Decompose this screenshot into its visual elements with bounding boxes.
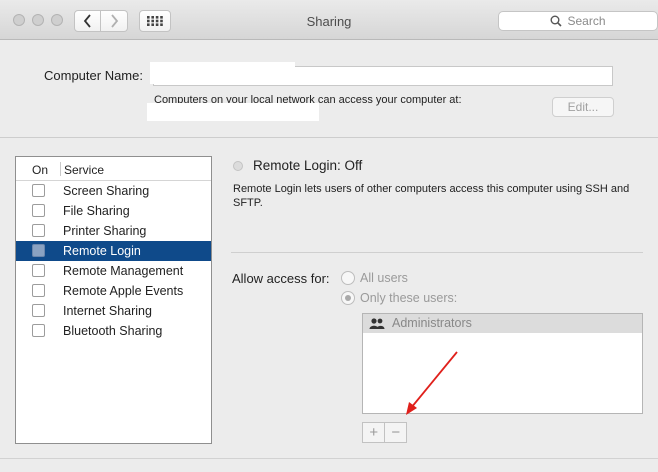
service-description: Remote Login lets users of other compute… [233,183,630,209]
redacted-area [147,103,319,121]
user-name: Administrators [392,316,472,330]
add-remove-buttons: + − [362,422,407,443]
service-checkbox[interactable] [32,304,45,317]
service-label: Remote Management [63,264,184,278]
allow-access-label: Allow access for: [232,271,330,286]
service-row-file-sharing[interactable]: File Sharing [16,201,211,221]
service-row-remote-management[interactable]: Remote Management [16,261,211,281]
service-label: Printer Sharing [63,224,147,238]
column-divider [60,162,61,176]
service-row-remote-apple-events[interactable]: Remote Apple Events [16,281,211,301]
service-checkbox[interactable] [32,244,45,257]
service-list: On Service Screen Sharing File Sharing P… [15,156,212,444]
service-label: Remote Login [63,244,141,258]
service-label: Screen Sharing [63,184,150,198]
service-list-header: On Service [16,157,211,181]
service-status-title: Remote Login: Off [253,158,363,173]
remove-user-button[interactable]: − [384,423,406,442]
radio-only-these-users[interactable] [341,291,355,305]
service-checkbox[interactable] [32,224,45,237]
service-label: File Sharing [63,204,130,218]
edit-button[interactable]: Edit... [552,97,614,117]
radio-only-these-users-label[interactable]: Only these users: [360,291,457,305]
divider [0,137,658,138]
computer-name-label: Computer Name: [44,68,143,83]
add-user-button[interactable]: + [363,423,384,442]
computer-name-pane [0,41,658,137]
service-row-remote-login[interactable]: Remote Login [16,241,211,261]
service-checkbox[interactable] [32,184,45,197]
service-checkbox[interactable] [32,264,45,277]
service-label: Remote Apple Events [63,284,184,298]
search-icon [550,15,563,27]
window-toolbar: Sharing Search [0,0,658,40]
annotation-arrow [406,351,458,415]
status-indicator [233,161,243,171]
service-checkbox[interactable] [32,204,45,217]
radio-all-users[interactable] [341,271,355,285]
service-label: Bluetooth Sharing [63,324,163,338]
service-checkbox[interactable] [32,284,45,297]
service-label: Internet Sharing [63,304,152,318]
column-header-on[interactable]: On [32,163,48,177]
search-input[interactable]: Search [498,11,658,31]
divider [0,458,658,459]
divider [231,252,643,253]
radio-all-users-label[interactable]: All users [360,271,408,285]
service-row-internet-sharing[interactable]: Internet Sharing [16,301,211,321]
service-checkbox[interactable] [32,324,45,337]
service-row-printer-sharing[interactable]: Printer Sharing [16,221,211,241]
service-row-bluetooth-sharing[interactable]: Bluetooth Sharing [16,321,211,341]
search-placeholder: Search [567,14,606,28]
user-row-administrators[interactable]: Administrators [363,314,642,333]
column-header-service[interactable]: Service [64,163,104,177]
user-group-icon [369,318,385,329]
service-row-screen-sharing[interactable]: Screen Sharing [16,181,211,201]
redacted-area [150,62,295,84]
